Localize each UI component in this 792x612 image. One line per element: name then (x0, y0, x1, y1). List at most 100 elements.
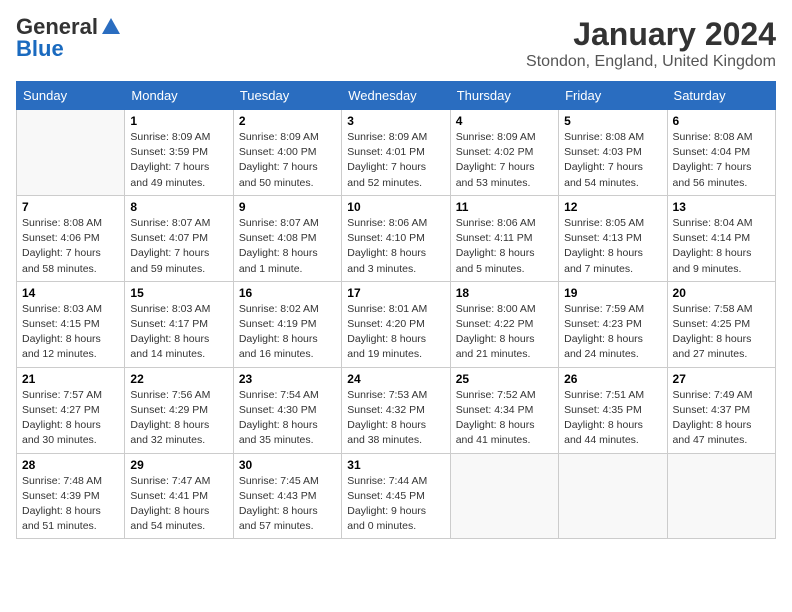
weekday-header-friday: Friday (559, 82, 667, 110)
day-info: Sunrise: 8:03 AM Sunset: 4:15 PM Dayligh… (22, 302, 119, 363)
day-cell: 18 Sunrise: 8:00 AM Sunset: 4:22 PM Dayli… (450, 281, 558, 367)
day-info: Sunrise: 8:01 AM Sunset: 4:20 PM Dayligh… (347, 302, 444, 363)
weekday-header-wednesday: Wednesday (342, 82, 450, 110)
day-number: 24 (347, 372, 444, 386)
logo-general-text: General (16, 16, 98, 38)
day-info: Sunrise: 8:03 AM Sunset: 4:17 PM Dayligh… (130, 302, 227, 363)
day-info: Sunrise: 8:00 AM Sunset: 4:22 PM Dayligh… (456, 302, 553, 363)
day-cell: 6 Sunrise: 8:08 AM Sunset: 4:04 PM Daylig… (667, 110, 775, 196)
day-info: Sunrise: 8:05 AM Sunset: 4:13 PM Dayligh… (564, 216, 661, 277)
day-info: Sunrise: 7:53 AM Sunset: 4:32 PM Dayligh… (347, 388, 444, 449)
day-number: 12 (564, 200, 661, 214)
day-cell: 11 Sunrise: 8:06 AM Sunset: 4:11 PM Dayli… (450, 195, 558, 281)
day-cell: 28Sunrise: 7:48 AM Sunset: 4:39 PM Dayli… (17, 453, 125, 539)
day-info: Sunrise: 7:45 AM Sunset: 4:43 PM Dayligh… (239, 474, 336, 535)
day-info: Sunrise: 8:07 AM Sunset: 4:08 PM Dayligh… (239, 216, 336, 277)
day-info: Sunrise: 8:04 AM Sunset: 4:14 PM Dayligh… (673, 216, 770, 277)
day-number: 5 (564, 114, 661, 128)
day-number: 28 (22, 458, 119, 472)
day-number: 14 (22, 286, 119, 300)
day-cell: 19Sunrise: 7:59 AM Sunset: 4:23 PM Dayli… (559, 281, 667, 367)
day-info: Sunrise: 8:08 AM Sunset: 4:06 PM Dayligh… (22, 216, 119, 277)
week-row-2: 7 Sunrise: 8:08 AM Sunset: 4:06 PM Daylig… (17, 195, 776, 281)
day-number: 18 (456, 286, 553, 300)
day-number: 23 (239, 372, 336, 386)
day-cell: 13 Sunrise: 8:04 AM Sunset: 4:14 PM Dayli… (667, 195, 775, 281)
day-number: 10 (347, 200, 444, 214)
day-cell: 24 Sunrise: 7:53 AM Sunset: 4:32 PM Dayli… (342, 367, 450, 453)
weekday-header-thursday: Thursday (450, 82, 558, 110)
day-cell (559, 453, 667, 539)
day-cell: 30 Sunrise: 7:45 AM Sunset: 4:43 PM Dayli… (233, 453, 341, 539)
day-cell: 17 Sunrise: 8:01 AM Sunset: 4:20 PM Dayli… (342, 281, 450, 367)
day-cell: 21 Sunrise: 7:57 AM Sunset: 4:27 PM Dayli… (17, 367, 125, 453)
day-cell: 2 Sunrise: 8:09 AM Sunset: 4:00 PM Daylig… (233, 110, 341, 196)
day-cell: 27 Sunrise: 7:49 AM Sunset: 4:37 PM Dayli… (667, 367, 775, 453)
day-number: 29 (130, 458, 227, 472)
day-number: 21 (22, 372, 119, 386)
logo: General Blue (16, 16, 122, 60)
day-cell: 1 Sunrise: 8:09 AM Sunset: 3:59 PM Daylig… (125, 110, 233, 196)
day-cell: 16 Sunrise: 8:02 AM Sunset: 4:19 PM Dayli… (233, 281, 341, 367)
weekday-header-saturday: Saturday (667, 82, 775, 110)
day-cell (667, 453, 775, 539)
day-info: Sunrise: 8:09 AM Sunset: 4:02 PM Dayligh… (456, 130, 553, 191)
day-info: Sunrise: 8:08 AM Sunset: 4:03 PM Dayligh… (564, 130, 661, 191)
weekday-header-sunday: Sunday (17, 82, 125, 110)
title-area: January 2024 Stondon, England, United Ki… (526, 16, 776, 71)
day-info: Sunrise: 7:44 AM Sunset: 4:45 PM Dayligh… (347, 474, 444, 535)
day-cell: 4 Sunrise: 8:09 AM Sunset: 4:02 PM Daylig… (450, 110, 558, 196)
day-number: 16 (239, 286, 336, 300)
day-cell: 14 Sunrise: 8:03 AM Sunset: 4:15 PM Dayli… (17, 281, 125, 367)
day-number: 27 (673, 372, 770, 386)
week-row-4: 21 Sunrise: 7:57 AM Sunset: 4:27 PM Dayli… (17, 367, 776, 453)
day-cell: 20 Sunrise: 7:58 AM Sunset: 4:25 PM Dayli… (667, 281, 775, 367)
day-number: 26 (564, 372, 661, 386)
day-cell: 23Sunrise: 7:54 AM Sunset: 4:30 PM Dayli… (233, 367, 341, 453)
day-number: 8 (130, 200, 227, 214)
day-info: Sunrise: 7:47 AM Sunset: 4:41 PM Dayligh… (130, 474, 227, 535)
day-cell: 29 Sunrise: 7:47 AM Sunset: 4:41 PM Dayli… (125, 453, 233, 539)
day-number: 2 (239, 114, 336, 128)
day-info: Sunrise: 7:51 AM Sunset: 4:35 PM Dayligh… (564, 388, 661, 449)
day-number: 4 (456, 114, 553, 128)
day-cell: 3Sunrise: 8:09 AM Sunset: 4:01 PM Daylig… (342, 110, 450, 196)
day-number: 30 (239, 458, 336, 472)
day-cell: 26 Sunrise: 7:51 AM Sunset: 4:35 PM Dayli… (559, 367, 667, 453)
day-cell: 22Sunrise: 7:56 AM Sunset: 4:29 PM Dayli… (125, 367, 233, 453)
day-info: Sunrise: 8:09 AM Sunset: 3:59 PM Dayligh… (130, 130, 227, 191)
day-cell (17, 110, 125, 196)
day-number: 7 (22, 200, 119, 214)
weekday-header-row: SundayMondayTuesdayWednesdayThursdayFrid… (17, 82, 776, 110)
day-number: 17 (347, 286, 444, 300)
calendar-title: January 2024 (526, 16, 776, 53)
day-info: Sunrise: 8:06 AM Sunset: 4:11 PM Dayligh… (456, 216, 553, 277)
calendar-subtitle: Stondon, England, United Kingdom (526, 53, 776, 71)
day-info: Sunrise: 7:57 AM Sunset: 4:27 PM Dayligh… (22, 388, 119, 449)
day-info: Sunrise: 7:58 AM Sunset: 4:25 PM Dayligh… (673, 302, 770, 363)
day-cell: 7 Sunrise: 8:08 AM Sunset: 4:06 PM Daylig… (17, 195, 125, 281)
day-number: 11 (456, 200, 553, 214)
day-number: 15 (130, 286, 227, 300)
calendar-table: SundayMondayTuesdayWednesdayThursdayFrid… (16, 81, 776, 539)
day-info: Sunrise: 8:02 AM Sunset: 4:19 PM Dayligh… (239, 302, 336, 363)
day-cell (450, 453, 558, 539)
day-number: 3 (347, 114, 444, 128)
logo-blue-text: Blue (16, 38, 64, 60)
day-cell: 12 Sunrise: 8:05 AM Sunset: 4:13 PM Dayli… (559, 195, 667, 281)
day-number: 13 (673, 200, 770, 214)
week-row-1: 1 Sunrise: 8:09 AM Sunset: 3:59 PM Daylig… (17, 110, 776, 196)
week-row-5: 28Sunrise: 7:48 AM Sunset: 4:39 PM Dayli… (17, 453, 776, 539)
day-cell: 10Sunrise: 8:06 AM Sunset: 4:10 PM Dayli… (342, 195, 450, 281)
day-cell: 31Sunrise: 7:44 AM Sunset: 4:45 PM Dayli… (342, 453, 450, 539)
day-number: 6 (673, 114, 770, 128)
day-number: 1 (130, 114, 227, 128)
day-number: 20 (673, 286, 770, 300)
day-info: Sunrise: 8:09 AM Sunset: 4:00 PM Dayligh… (239, 130, 336, 191)
day-number: 25 (456, 372, 553, 386)
day-info: Sunrise: 8:08 AM Sunset: 4:04 PM Dayligh… (673, 130, 770, 191)
day-info: Sunrise: 7:49 AM Sunset: 4:37 PM Dayligh… (673, 388, 770, 449)
weekday-header-monday: Monday (125, 82, 233, 110)
header: General Blue January 2024 Stondon, Engla… (16, 16, 776, 71)
week-row-3: 14 Sunrise: 8:03 AM Sunset: 4:15 PM Dayli… (17, 281, 776, 367)
